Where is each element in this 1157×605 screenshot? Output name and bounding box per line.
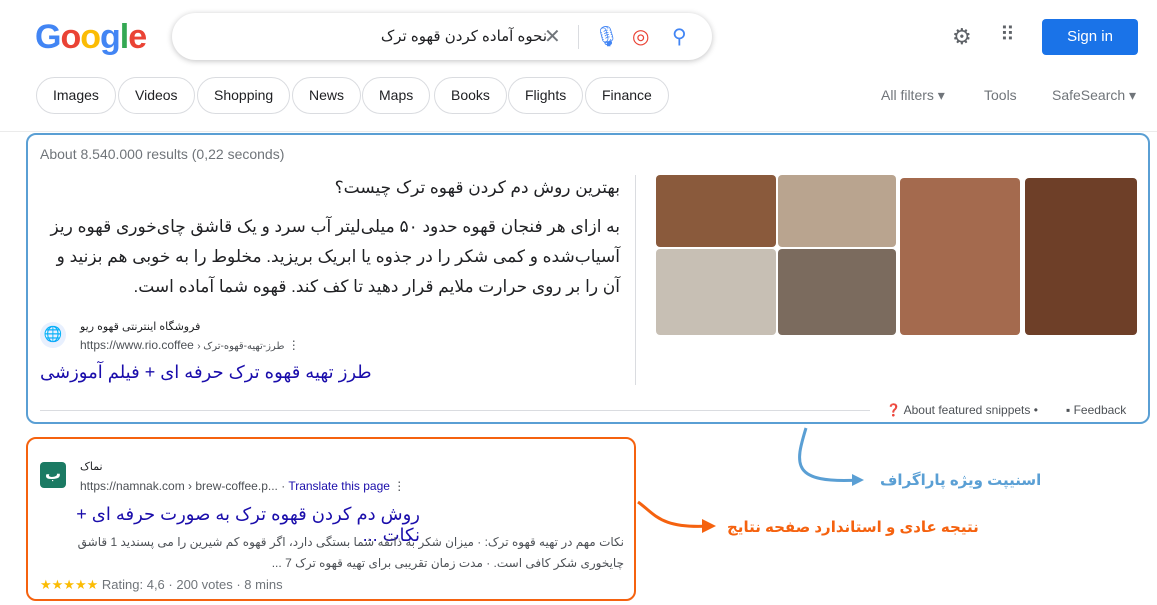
- snippet-paragraph: به ازای هر فنجان قهوه حدود ۵۰ میلی‌لیتر …: [50, 217, 620, 296]
- tab-finance[interactable]: Finance: [585, 77, 669, 114]
- result-rating: ★★★★★ Rating: 4,6 · 200 votes · 8 mins: [40, 577, 283, 592]
- about-label: About featured snippets: [903, 403, 1031, 417]
- organic-arrow-head: [702, 519, 716, 533]
- result-url[interactable]: https://namnak.com › brew-coffee.p... · …: [80, 479, 405, 493]
- tab-maps[interactable]: Maps: [362, 77, 431, 114]
- result-snippet: نکات مهم در تهیه قهوه ترک: · میزان شکر ب…: [77, 535, 624, 570]
- url-text: https://namnak.com › brew-coffee.p...: [80, 479, 278, 493]
- snippet-arrow-head: [852, 474, 864, 486]
- organic-arrow: [637, 500, 711, 528]
- all-filters-label: All filters: [881, 87, 934, 103]
- feedback-link[interactable]: ▪ Feedback: [1066, 403, 1126, 417]
- clear-icon[interactable]: ✕: [544, 24, 561, 49]
- globe-icon: 🌐: [40, 322, 66, 348]
- url-path: › طرز-تهیه-قهوه-ترک: [197, 341, 285, 352]
- coffee-image-5[interactable]: [900, 178, 1020, 335]
- tab-news[interactable]: News: [292, 77, 362, 114]
- search-icon[interactable]: ⚲: [672, 24, 687, 49]
- divider: [635, 175, 636, 385]
- about-snippets-link[interactable]: ❓ About featured snippets •: [886, 403, 1038, 417]
- result-stats: About 8.540.000 results (0,22 seconds): [40, 146, 285, 162]
- more-icon[interactable]: ⋮: [288, 338, 300, 352]
- votes-text: 200 votes: [176, 577, 233, 592]
- tab-flights[interactable]: Flights: [508, 77, 584, 114]
- tab-videos[interactable]: Videos: [118, 77, 195, 114]
- divider: [40, 410, 870, 411]
- url-domain: https://www.rio.coffee: [80, 338, 194, 352]
- search-box[interactable]: نحوه آماده کردن قهوه ترک ✕ 🎙 ◎ ⚲: [172, 13, 712, 60]
- safesearch-label: SafeSearch: [1052, 87, 1126, 103]
- time-text: 8 mins: [244, 577, 283, 592]
- feedback-label: Feedback: [1073, 403, 1127, 417]
- tab-shopping[interactable]: Shopping: [197, 77, 291, 114]
- translate-link[interactable]: Translate this page: [288, 479, 390, 493]
- snippet-arrow: [798, 427, 861, 483]
- snippet-title-link[interactable]: طرز تهیه قهوه ترک حرفه ای + فیلم آموزشی: [40, 362, 372, 383]
- snippet-site-name: فروشگاه اینترنتی قهوه ریو: [80, 321, 201, 333]
- lens-icon[interactable]: ◎: [632, 24, 649, 49]
- tab-images[interactable]: Images: [36, 77, 116, 114]
- tab-books[interactable]: Books: [434, 77, 507, 114]
- result-site-name: نماک: [80, 461, 103, 473]
- more-icon[interactable]: ⋮: [393, 479, 405, 493]
- header-divider: [0, 131, 1157, 132]
- snippet-url[interactable]: https://www.rio.coffee › طرز-تهیه-قهوه-ت…: [80, 338, 300, 352]
- coffee-image-3[interactable]: [656, 249, 776, 335]
- sign-in-button[interactable]: Sign in: [1042, 19, 1138, 55]
- coffee-image-6[interactable]: [1025, 178, 1137, 335]
- snippet-question: بهترین روش دم کردن قهوه ترک چیست؟: [334, 178, 620, 197]
- star-rating-icon: ★★★★★: [40, 577, 99, 592]
- divider: [578, 25, 579, 49]
- rating-text: Rating: 4,6: [101, 577, 165, 592]
- coffee-image-2[interactable]: [778, 175, 896, 247]
- search-input[interactable]: نحوه آماده کردن قهوه ترک: [381, 27, 547, 45]
- tools-button[interactable]: Tools: [984, 87, 1017, 103]
- coffee-image-4[interactable]: [778, 249, 896, 335]
- apps-icon[interactable]: ⠿: [1000, 22, 1015, 47]
- google-logo[interactable]: Google: [35, 18, 147, 57]
- gear-icon[interactable]: ⚙: [952, 24, 972, 50]
- mic-icon[interactable]: 🎙: [594, 24, 619, 49]
- namnak-favicon: ب: [40, 462, 66, 488]
- safesearch-button[interactable]: SafeSearch ▾: [1052, 87, 1136, 104]
- snippet-annotation: اسنیپت ویژه پاراگراف: [880, 472, 1042, 489]
- organic-annotation: نتیجه عادی و استاندارد صفحه نتایج: [727, 519, 979, 536]
- all-filters-button[interactable]: All filters ▾: [881, 87, 945, 104]
- coffee-image-1[interactable]: [656, 175, 776, 247]
